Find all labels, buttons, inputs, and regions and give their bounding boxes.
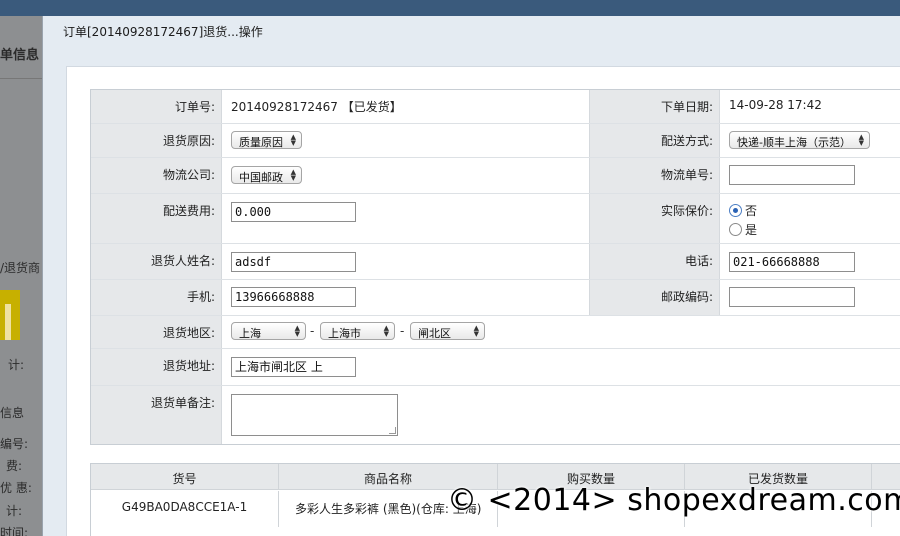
select-arrows-icon: ▲ ▼ <box>290 168 296 182</box>
return-reason-select[interactable]: 质量原因 ▲ ▼ <box>231 131 302 149</box>
delivery-method-select[interactable]: 快递-顺丰上海（示范） ▲ ▼ <box>729 131 870 149</box>
select-arrows-icon: ▲ ▼ <box>294 324 300 338</box>
district-select[interactable]: 闸北区 ▲ ▼ <box>410 322 485 340</box>
form-row-region: 退货地区: 上海 ▲ ▼ - 上海市 ▲ ▼ - 闸北区 ▲ ▼ <box>91 316 900 349</box>
return-reason-cell: 质量原因 ▲ ▼ <box>223 124 588 157</box>
delivery-method-label: 配送方式: <box>589 124 720 157</box>
shipping-fee-label: 配送费用: <box>91 194 222 243</box>
bg-number-label: 编号: <box>0 437 29 451</box>
region-cell: 上海 ▲ ▼ - 上海市 ▲ ▼ - 闸北区 ▲ ▼ <box>223 316 900 348</box>
tracking-no-input[interactable] <box>729 165 855 185</box>
address-input[interactable]: 上海市闸北区 上 <box>231 357 356 377</box>
order-no-label: 订单号: <box>91 90 222 123</box>
bg-fee-label: 费: <box>6 459 23 473</box>
delivery-method-selected: 快递-顺丰上海（示范） <box>737 136 851 149</box>
insured-yes-radio[interactable] <box>729 223 742 236</box>
dialog-title: 订单[20140928172467]退货...操作 <box>63 25 263 39</box>
bg-section-return-goods: /退货商 <box>0 261 41 275</box>
form-row-name: 退货人姓名: adsdf 电话: 021-66668888 <box>91 244 900 280</box>
tracking-no-label: 物流单号: <box>589 158 720 193</box>
background-topbar <box>0 0 900 16</box>
row-sku: G49BA0DA8CCE1A-1 <box>91 491 279 527</box>
address-cell: 上海市闸北区 上 <box>223 349 900 385</box>
remark-textarea[interactable] <box>231 394 398 436</box>
remark-label: 退货单备注: <box>91 386 222 444</box>
logistics-cell: 中国邮政 ▲ ▼ <box>223 158 588 193</box>
order-date-value: 14-09-28 17:42 <box>721 90 900 123</box>
logistics-label: 物流公司: <box>91 158 222 193</box>
background-page: 单信息 /退货商 计: 信息 编号: 费: 优 惠: 计: 时间: <box>0 16 42 536</box>
address-label: 退货地址: <box>91 349 222 385</box>
bg-section-info: 信息 <box>0 406 25 420</box>
insured-no-label: 否 <box>745 204 758 218</box>
province-selected: 上海 <box>239 327 261 340</box>
logistics-selected: 中国邮政 <box>239 171 283 184</box>
city-selected: 上海市 <box>328 327 361 340</box>
form-row-address: 退货地址: 上海市闸北区 上 <box>91 349 900 386</box>
bg-discount-label: 优 惠: <box>0 481 32 495</box>
header-sku: 货号 <box>91 464 279 489</box>
dialog-content: 订单号: 20140928172467 【已发货】 下单日期: 14-09-28… <box>66 66 900 536</box>
insured-no-option[interactable]: 否 <box>729 202 757 219</box>
shipping-fee-cell: 0.000 <box>223 194 588 243</box>
order-date-label: 下单日期: <box>589 90 720 123</box>
form-row-remark: 退货单备注: <box>91 386 900 444</box>
tracking-no-cell <box>721 158 900 193</box>
form-row-logistics: 物流公司: 中国邮政 ▲ ▼ 物流单号: <box>91 158 900 194</box>
bg-total-label: 计: <box>8 358 25 372</box>
phone-input[interactable]: 021-66668888 <box>729 252 855 272</box>
form-row-order: 订单号: 20140928172467 【已发货】 下单日期: 14-09-28… <box>91 90 900 124</box>
insured-yes-label: 是 <box>745 223 758 237</box>
select-arrows-icon: ▲ ▼ <box>290 133 296 147</box>
select-arrows-icon: ▲ ▼ <box>858 133 864 147</box>
remark-cell <box>223 386 900 444</box>
district-selected: 闸北区 <box>418 327 451 340</box>
name-cell: adsdf <box>223 244 588 279</box>
bg-section-order: 单信息 <box>0 48 40 63</box>
insured-no-radio[interactable] <box>729 204 742 217</box>
zip-input[interactable] <box>729 287 855 307</box>
mobile-label: 手机: <box>91 280 222 315</box>
insured-cell: 否 是 <box>721 194 900 243</box>
bg-product-thumbnail <box>0 290 20 340</box>
bg-total-label-2: 计: <box>6 504 23 518</box>
return-dialog: 订单[20140928172467]退货...操作 订单号: 201409281… <box>42 16 900 536</box>
order-no-value: 20140928172467 【已发货】 <box>223 90 588 123</box>
delivery-method-cell: 快递-顺丰上海（示范） ▲ ▼ <box>721 124 900 157</box>
mobile-input[interactable]: 13966668888 <box>231 287 356 307</box>
shipping-fee-input[interactable]: 0.000 <box>231 202 356 222</box>
name-input[interactable]: adsdf <box>231 252 356 272</box>
zip-cell <box>721 280 900 315</box>
name-label: 退货人姓名: <box>91 244 222 279</box>
form-row-reason: 退货原因: 质量原因 ▲ ▼ 配送方式: 快递-顺丰上海（示范） ▲ ▼ <box>91 124 900 158</box>
select-arrows-icon: ▲ ▼ <box>473 324 479 338</box>
form-row-fee: 配送费用: 0.000 实际保价: 否 是 <box>91 194 900 244</box>
city-select[interactable]: 上海市 ▲ ▼ <box>320 322 395 340</box>
region-separator: - <box>310 324 315 338</box>
region-separator: - <box>400 324 405 338</box>
return-reason-selected: 质量原因 <box>239 136 283 149</box>
bg-divider <box>0 78 42 79</box>
watermark: © <2014> shopexdream.com <box>447 483 900 518</box>
mobile-cell: 13966668888 <box>223 280 588 315</box>
phone-label: 电话: <box>589 244 720 279</box>
insured-label: 实际保价: <box>589 194 720 243</box>
select-arrows-icon: ▲ ▼ <box>383 324 389 338</box>
return-form: 订单号: 20140928172467 【已发货】 下单日期: 14-09-28… <box>90 89 900 445</box>
logistics-select[interactable]: 中国邮政 ▲ ▼ <box>231 166 302 184</box>
phone-cell: 021-66668888 <box>721 244 900 279</box>
zip-label: 邮政编码: <box>589 280 720 315</box>
return-reason-label: 退货原因: <box>91 124 222 157</box>
bg-time-label: 时间: <box>0 526 29 536</box>
region-label: 退货地区: <box>91 316 222 348</box>
insured-yes-option[interactable]: 是 <box>729 221 757 238</box>
province-select[interactable]: 上海 ▲ ▼ <box>231 322 306 340</box>
form-row-mobile: 手机: 13966668888 邮政编码: <box>91 280 900 316</box>
